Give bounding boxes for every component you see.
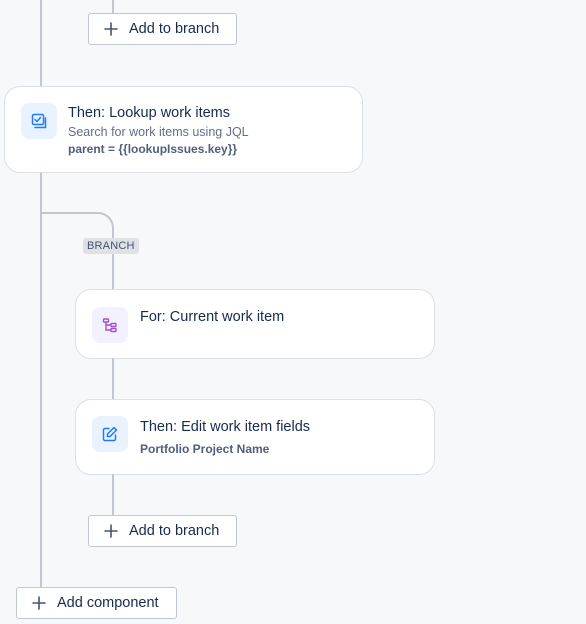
add-to-branch-button[interactable]: Add to branch <box>88 13 237 45</box>
card-title: Then: Lookup work items <box>68 105 230 121</box>
add-to-branch-label: Add to branch <box>129 21 220 37</box>
add-component-button[interactable]: Add component <box>16 587 177 619</box>
plus-icon <box>103 523 119 539</box>
checklist-icon <box>21 103 57 139</box>
branch-connector-line <box>112 358 114 400</box>
main-connector-line <box>40 0 42 87</box>
card-field-detail: Portfolio Project Name <box>140 442 270 456</box>
plus-icon <box>103 21 119 37</box>
add-to-branch-button[interactable]: Add to branch <box>88 515 237 547</box>
branch-connector-line <box>112 474 114 516</box>
branch-tree-icon <box>92 307 128 343</box>
card-jql-detail: parent = {{lookupIssues.key}} <box>68 142 238 156</box>
for-current-work-item-card[interactable]: For: Current work item <box>75 289 435 359</box>
branch-connector-line <box>112 250 114 290</box>
edit-work-item-fields-card[interactable]: Then: Edit work item fields Portfolio Pr… <box>75 399 435 475</box>
plus-icon <box>31 595 47 611</box>
lookup-work-items-card[interactable]: Then: Lookup work items Search for work … <box>4 86 363 173</box>
branch-label: BRANCH <box>83 238 139 254</box>
card-title: For: Current work item <box>140 309 285 325</box>
card-subtitle: Search for work items using JQL <box>68 125 249 139</box>
card-title: Then: Edit work item fields <box>140 419 311 435</box>
edit-icon <box>92 416 128 452</box>
branch-connector-line <box>112 0 114 14</box>
add-to-branch-label: Add to branch <box>129 523 220 539</box>
add-component-label: Add component <box>57 595 159 611</box>
